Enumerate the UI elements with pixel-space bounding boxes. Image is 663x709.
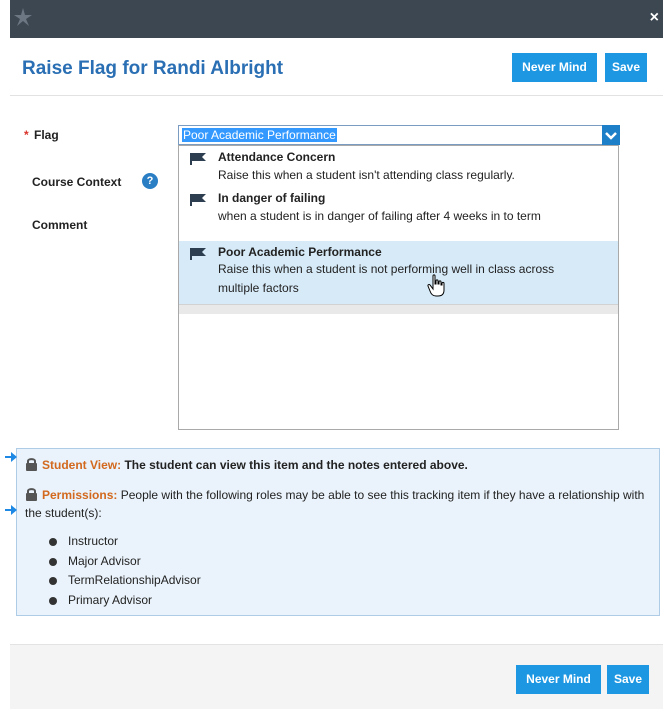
roles-list: Instructor Major Advisor TermRelationshi… [49,532,201,610]
required-marker: * [24,128,29,142]
dialog-header: Raise Flag for Randi Albright Never Mind… [10,38,663,96]
list-item: TermRelationshipAdvisor [49,571,201,591]
flag-icon [190,248,206,260]
permissions-text: People with the following roles may be a… [25,488,645,520]
save-button[interactable]: Save [605,53,647,82]
lock-icon [26,488,37,501]
dialog-footer: Never Mind Save [10,644,663,709]
flag-label: * Flag [24,128,59,142]
lock-icon [26,458,37,471]
student-view-text: The student can view this item and the n… [124,458,468,472]
flag-option-attendance-concern[interactable]: Attendance Concern Raise this when a stu… [179,146,618,186]
arrow-right-icon [5,505,17,515]
flag-label-text: Flag [34,128,59,142]
permissions-row: Permissions: People with the following r… [25,486,655,522]
comment-label: Comment [32,218,88,232]
option-name: Attendance Concern [218,150,336,164]
list-item: Instructor [49,532,201,552]
help-icon[interactable]: ? [142,173,158,189]
dropdown-resize-handle[interactable] [179,304,618,314]
flag-option-poor-academic-performance[interactable]: Poor Academic Performance Raise this whe… [179,241,618,306]
titlebar: × [10,0,663,38]
flag-icon [190,194,206,206]
flag-select[interactable]: Poor Academic Performance [178,125,620,145]
chevron-down-icon[interactable] [602,125,620,145]
save-button-footer[interactable]: Save [607,665,649,694]
list-item: Major Advisor [49,552,201,572]
raise-flag-dialog: Raise Flag for Randi Albright Never Mind… [5,38,663,709]
option-description: Raise this when a student isn't attendin… [218,168,515,182]
list-item: Primary Advisor [49,591,201,611]
option-description: Raise this when a student is not perform… [218,262,555,276]
arrow-right-icon [5,452,17,462]
flag-option-in-danger-of-failing[interactable]: In danger of failing when a student is i… [179,187,618,230]
hand-pointer-icon [427,274,445,297]
option-description-line2: multiple factors [218,281,299,295]
never-mind-button-footer[interactable]: Never Mind [516,665,601,694]
dialog-title: Raise Flag for Randi Albright [22,58,284,79]
comment-textarea[interactable] [178,314,619,430]
never-mind-button[interactable]: Never Mind [512,53,597,82]
flag-dropdown-list: Attendance Concern Raise this when a stu… [178,145,619,315]
app-logo-icon [14,8,32,26]
permissions-label: Permissions: [42,488,118,502]
close-icon[interactable]: × [650,10,659,26]
student-view-label: Student View: [42,458,122,472]
option-name: In danger of failing [218,191,326,205]
course-context-label: Course Context [32,175,122,189]
option-description: when a student is in danger of failing a… [218,209,541,223]
student-view-row: Student View: The student can view this … [25,457,468,472]
visibility-info-panel: Student View: The student can view this … [5,448,660,616]
flag-select-value: Poor Academic Performance [182,128,337,142]
option-name: Poor Academic Performance [218,245,382,259]
flag-icon [190,153,206,165]
